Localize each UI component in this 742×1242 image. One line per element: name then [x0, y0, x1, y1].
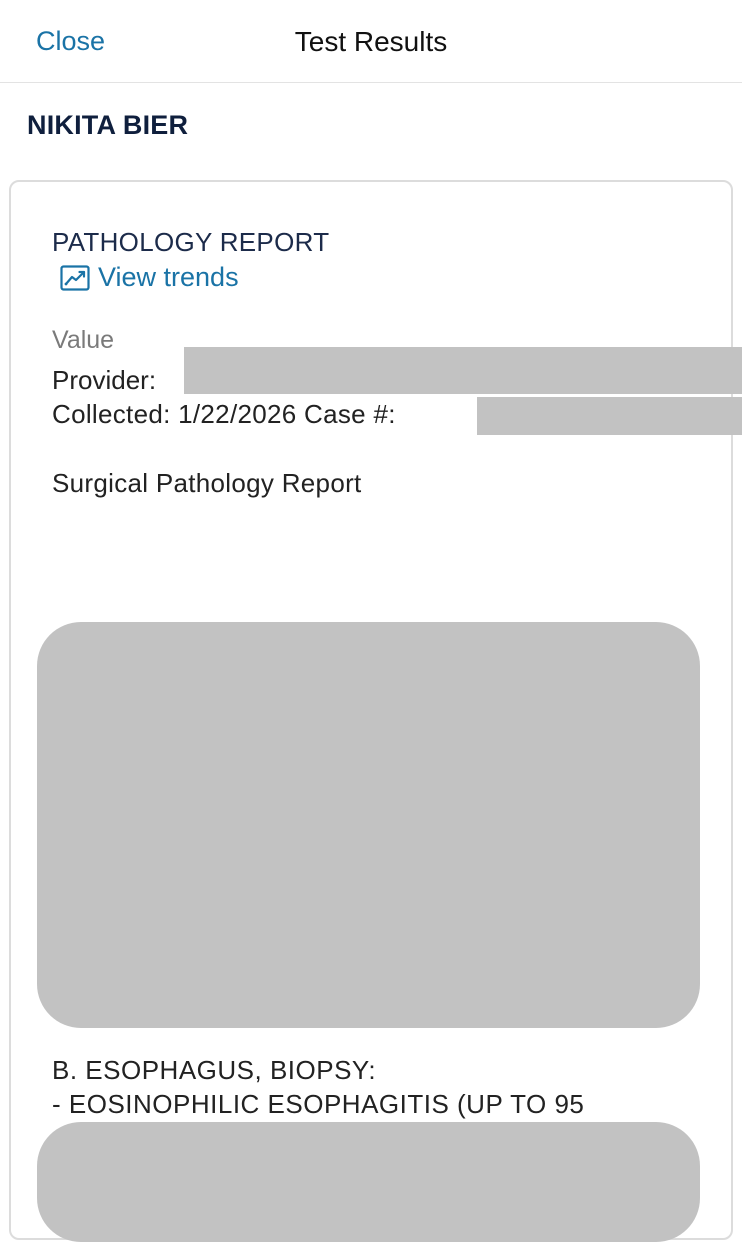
redacted-section: [37, 1122, 700, 1242]
report-title: PATHOLOGY REPORT: [52, 227, 330, 257]
finding-line: - EOSINOPHILIC ESOPHAGITIS (UP TO 95: [52, 1089, 585, 1119]
provider-label: Provider:: [52, 365, 157, 395]
redacted-provider: [184, 347, 742, 394]
trend-chart-icon: [60, 264, 90, 291]
view-trends-link[interactable]: View trends: [60, 262, 239, 293]
patient-name: NIKITA BIER: [27, 110, 189, 140]
redacted-case-number: [477, 397, 742, 435]
finding-title: B. ESOPHAGUS, BIOPSY:: [52, 1055, 377, 1085]
page-title: Test Results: [294, 26, 448, 57]
value-label: Value: [52, 326, 115, 354]
collected-line: Collected: 1/22/2026 Case #:: [52, 399, 396, 429]
redacted-section: [37, 622, 700, 1028]
view-trends-label: View trends: [98, 262, 239, 292]
report-type: Surgical Pathology Report: [52, 468, 362, 498]
navigation-bar: Close Test Results: [0, 0, 742, 83]
